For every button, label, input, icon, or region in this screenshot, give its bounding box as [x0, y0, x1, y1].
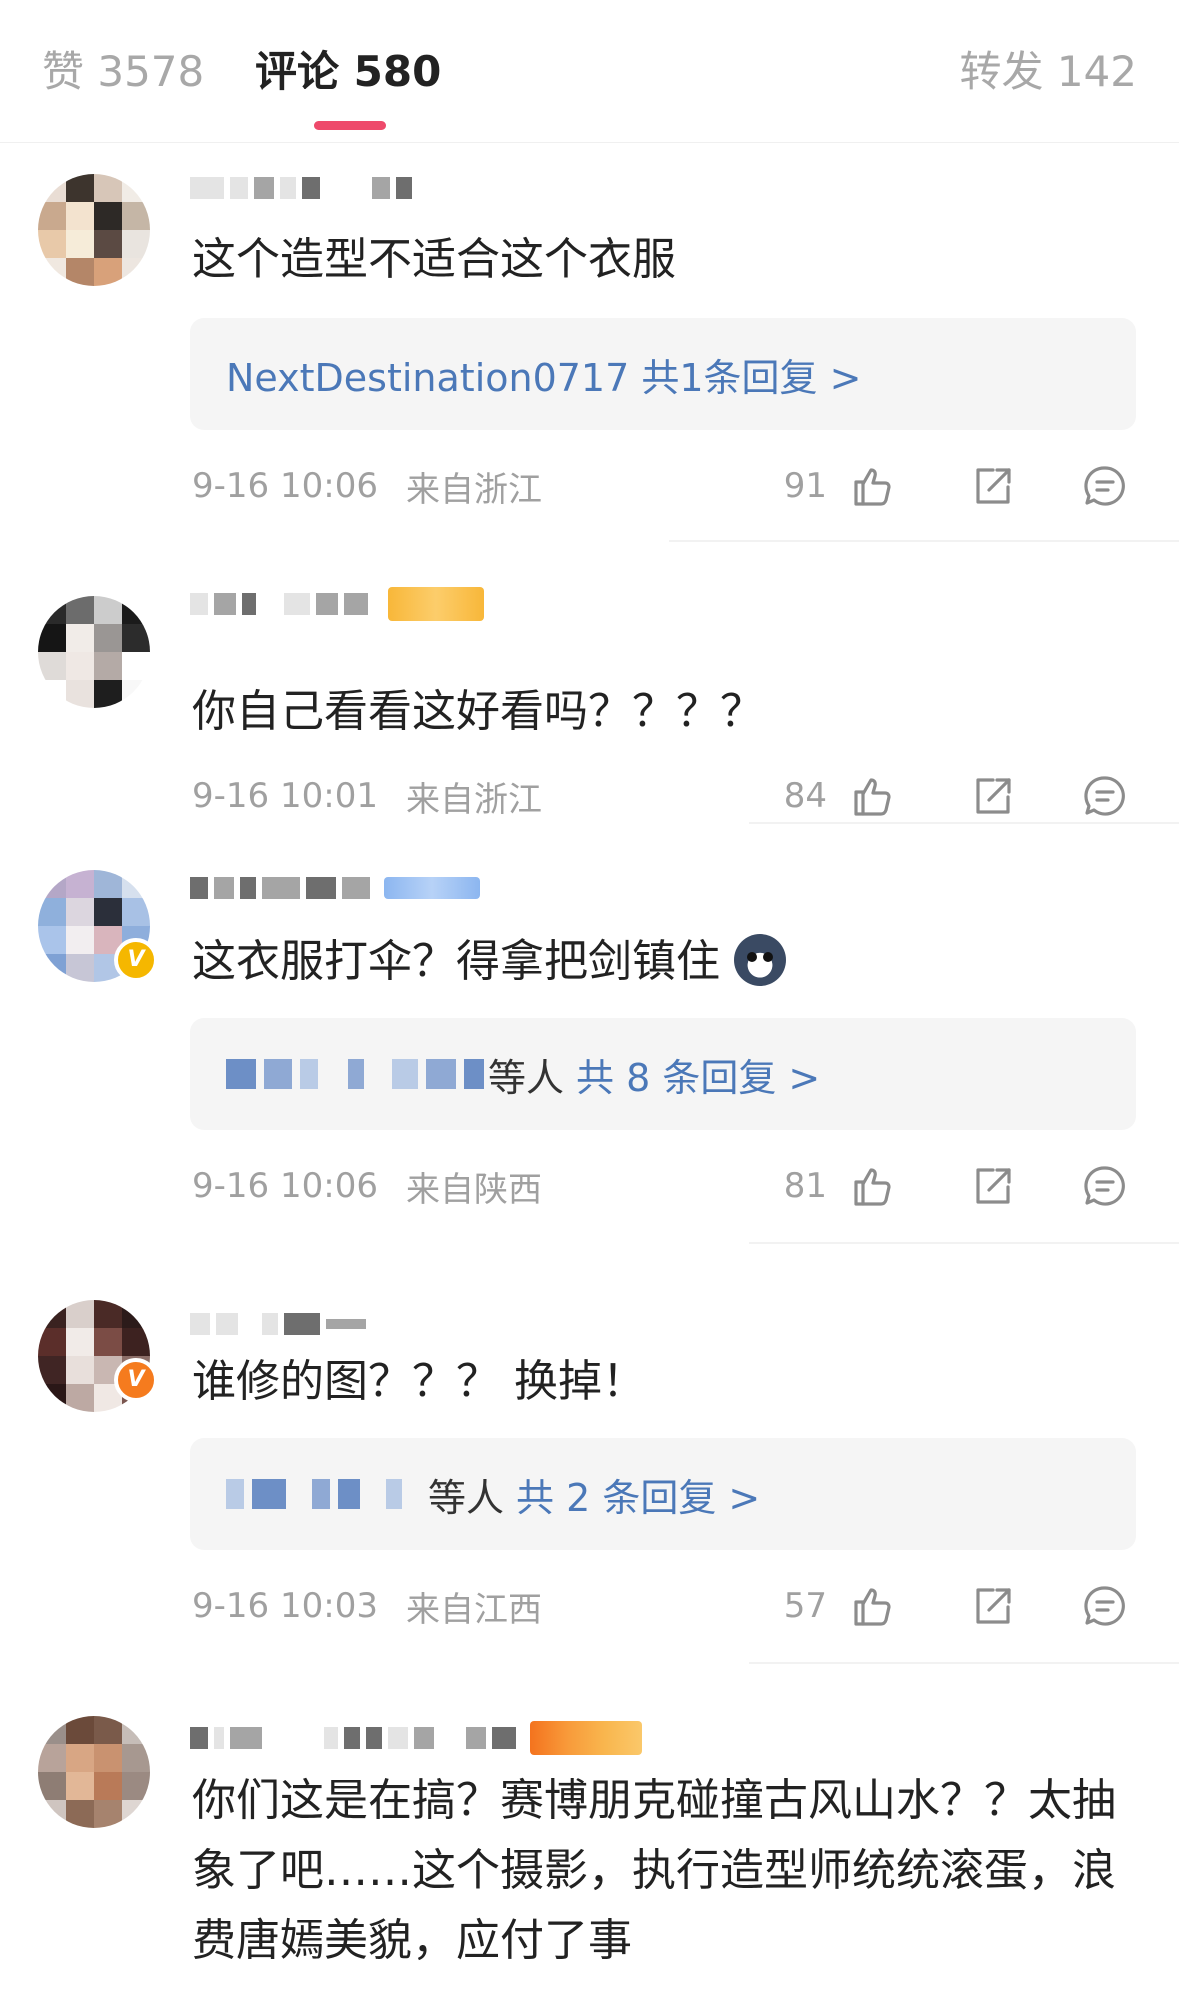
like-count: 57: [783, 1586, 827, 1626]
husky-emoji-icon: [734, 934, 786, 986]
tab-comments[interactable]: 评论 580: [255, 44, 441, 100]
active-tab-indicator: [314, 121, 386, 130]
comment-item: V 这衣服打伞？得拿把剑镇住 等人 共 8 条回复 > 9-16 10:06 来…: [0, 822, 1179, 1244]
like-count: 81: [783, 1166, 827, 1206]
tab-reposts[interactable]: 转发 142: [959, 44, 1137, 100]
comment-item: V 谁修的图？？？ 换掉！ 等人 共 2 条回复 > 9-16 10:03 来自…: [0, 1242, 1179, 1664]
comment-location: 来自陕西: [405, 1169, 542, 1210]
reply-summary-box[interactable]: NextDestination0717 共1条回复 >: [190, 318, 1136, 430]
thumb-up-icon[interactable]: [848, 1162, 896, 1210]
comment-time: 9-16 10:06: [192, 466, 378, 506]
member-badge: [388, 587, 484, 621]
comment-text: 这个造型不适合这个衣服: [192, 234, 676, 285]
reply-summary-box[interactable]: 等人 共 2 条回复 >: [190, 1438, 1136, 1550]
username[interactable]: [190, 1302, 366, 1346]
verified-v-icon: V: [114, 1358, 158, 1402]
comment-meta: 9-16 10:06 来自浙江: [192, 456, 542, 516]
comment-meta: 9-16 10:01 来自浙江: [192, 766, 542, 826]
comment-icon[interactable]: [1081, 1162, 1129, 1210]
reply-summary-link[interactable]: NextDestination0717 共1条回复 >: [226, 347, 861, 402]
reply-users-blurred: [226, 1479, 402, 1509]
username[interactable]: [190, 166, 412, 210]
comment-text: 这衣服打伞？得拿把剑镇住: [192, 928, 1122, 996]
comment-location: 来自江西: [405, 1589, 542, 1630]
member-badge: [384, 877, 480, 899]
avatar[interactable]: [38, 596, 150, 708]
share-icon[interactable]: [969, 1162, 1017, 1210]
avatar[interactable]: [38, 174, 150, 286]
username[interactable]: [190, 1716, 642, 1760]
member-badge: [530, 1721, 642, 1755]
tab-likes[interactable]: 赞 3578: [42, 44, 204, 100]
thumb-up-icon[interactable]: [848, 772, 896, 820]
comment-time: 9-16 10:06: [192, 1166, 378, 1206]
share-icon[interactable]: [969, 1582, 1017, 1630]
comment-text: 你自己看看这好看吗？？？？: [192, 686, 764, 737]
comment-text-content: 这衣服打伞？得拿把剑镇住: [192, 936, 720, 987]
comment-location: 来自浙江: [405, 779, 542, 820]
thumb-up-icon[interactable]: [848, 1582, 896, 1630]
comment-icon[interactable]: [1081, 1582, 1129, 1630]
comment-item: 你自己看看这好看吗？？？？ 9-16 10:01 来自浙江 84: [0, 542, 1179, 824]
reply-users-blurred: [226, 1059, 484, 1089]
like-count: 91: [783, 466, 827, 506]
like-count: 84: [783, 776, 827, 816]
share-icon[interactable]: [969, 772, 1017, 820]
comment-time: 9-16 10:01: [192, 776, 378, 816]
reply-summary-link[interactable]: 共 2 条回复 >: [516, 1467, 760, 1522]
comment-text: 你们这是在搞？赛博朋克碰撞古风山水？？太抽象了吧……这个摄影，执行造型师统统滚蛋…: [192, 1775, 1116, 1966]
comment-location: 来自浙江: [405, 469, 542, 510]
avatar[interactable]: [38, 1716, 150, 1828]
comment-icon[interactable]: [1081, 772, 1129, 820]
verified-v-icon: V: [114, 938, 158, 982]
tab-bar: 赞 3578 评论 580 转发 142: [0, 0, 1179, 143]
comment-meta: 9-16 10:03 来自江西: [192, 1576, 542, 1636]
thumb-up-icon[interactable]: [848, 462, 896, 510]
reply-users-suffix: 等人: [488, 1055, 565, 1100]
comment-item: 你们这是在搞？赛博朋克碰撞古风山水？？太抽象了吧……这个摄影，执行造型师统统滚蛋…: [0, 1662, 1179, 2001]
comment-item: 这个造型不适合这个衣服 NextDestination0717 共1条回复 > …: [0, 142, 1179, 542]
comment-meta: 9-16 10:06 来自陕西: [192, 1156, 542, 1216]
comment-time: 9-16 10:03: [192, 1586, 378, 1626]
username[interactable]: [190, 582, 484, 626]
comment-icon[interactable]: [1081, 462, 1129, 510]
share-icon[interactable]: [969, 462, 1017, 510]
reply-summary-box[interactable]: 等人 共 8 条回复 >: [190, 1018, 1136, 1130]
comment-text: 谁修的图？？？ 换掉！: [192, 1356, 646, 1407]
reply-summary-link[interactable]: 共 8 条回复 >: [576, 1047, 820, 1102]
reply-users-suffix: 等人: [428, 1475, 505, 1520]
username[interactable]: [190, 866, 480, 910]
